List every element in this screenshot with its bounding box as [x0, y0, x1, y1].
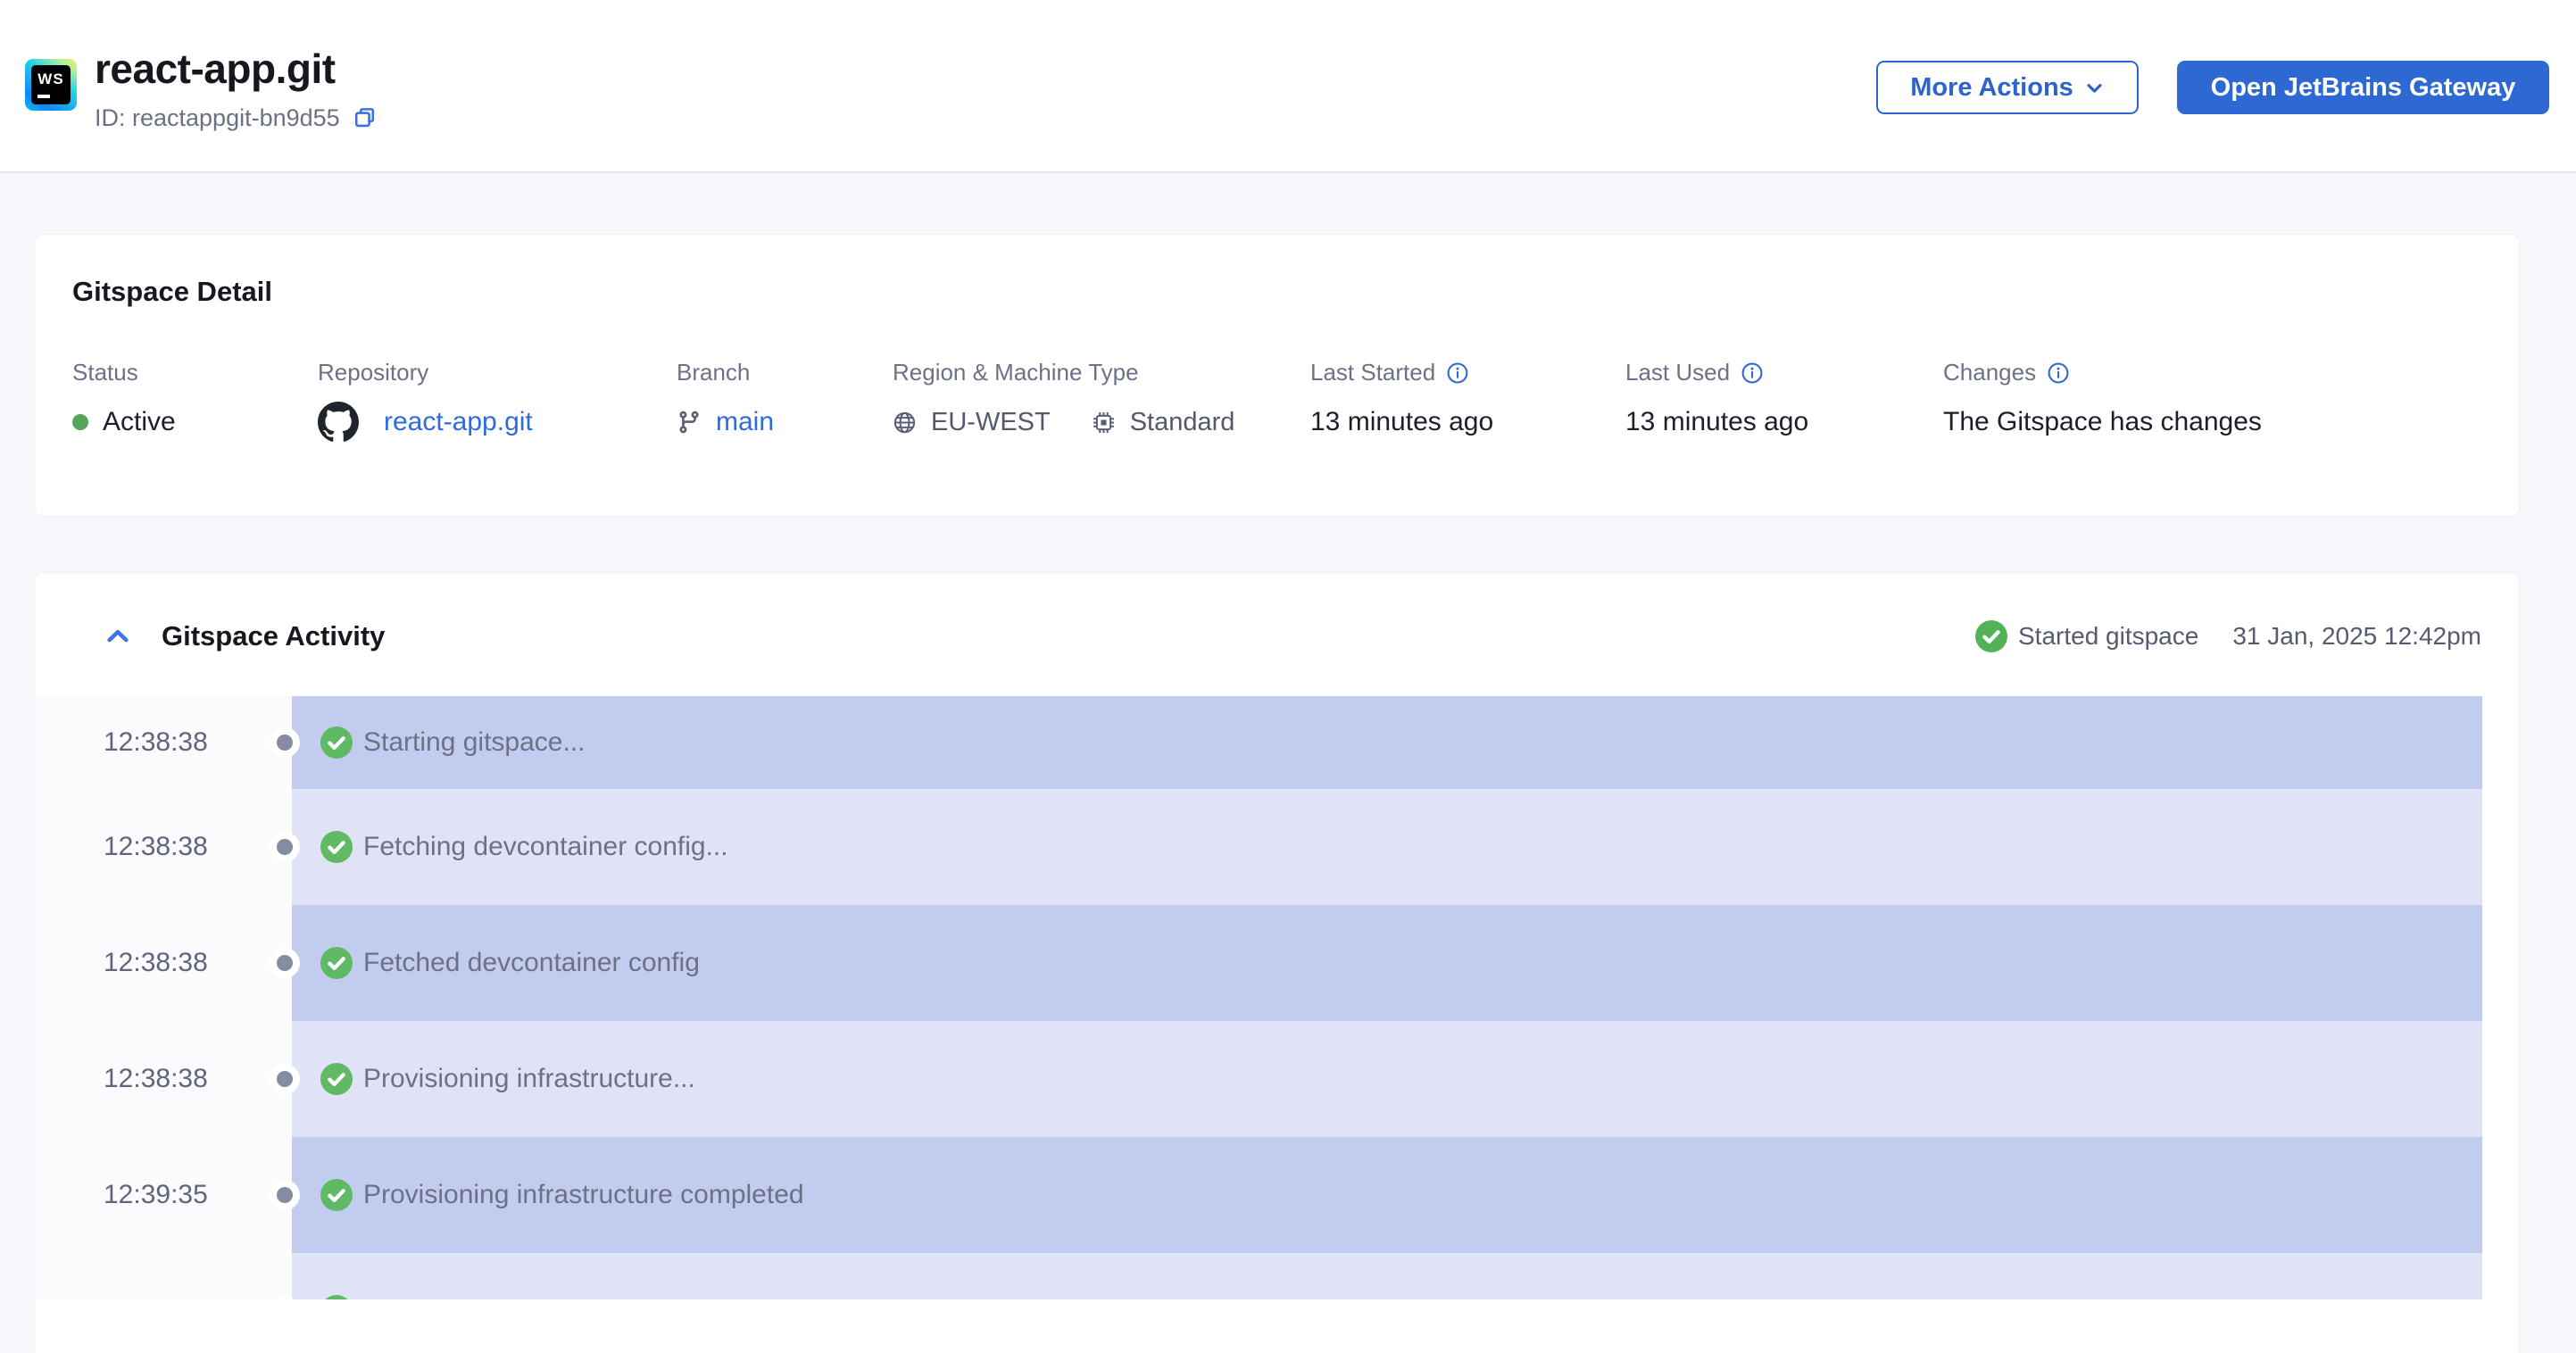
field-region-machine: Region & Machine Type EU-WEST Standard [893, 359, 1234, 436]
check-circle-icon [320, 1063, 353, 1095]
more-actions-button[interactable]: More Actions [1876, 61, 2139, 114]
info-circle-icon[interactable] [1446, 361, 1469, 385]
log-row: 12:38:38 Fetching devcontainer config... [35, 789, 2482, 905]
timeline-dot-zone [251, 1137, 293, 1253]
timeline-dot-zone [251, 1253, 292, 1299]
check-circle-icon [320, 947, 353, 979]
changes-label: Changes [1943, 359, 2037, 386]
status-label: Status [72, 359, 138, 386]
last-used-label: Last Used [1625, 359, 1731, 386]
status-dot-icon [72, 414, 88, 430]
activity-timestamp: 31 Jan, 2025 12:42pm [2232, 622, 2481, 650]
timeline-dot-icon [277, 1187, 293, 1203]
chevron-up-icon[interactable] [104, 623, 131, 650]
repository-label: Repository [318, 359, 429, 386]
copy-icon[interactable] [353, 106, 377, 130]
chevron-down-icon [2087, 83, 2102, 93]
detail-card-title: Gitspace Detail [72, 276, 272, 307]
region-machine-label: Region & Machine Type [893, 359, 1139, 386]
check-circle-icon [1974, 620, 2007, 652]
changes-value: The Gitspace has changes [1943, 407, 2262, 436]
log-message: Fetching devcontainer config... [363, 832, 728, 861]
timeline-dot-zone [251, 905, 293, 1021]
field-status: Status Active [72, 359, 176, 436]
gitspace-detail-card: Gitspace Detail Status Active Repository… [34, 234, 2520, 517]
log-timestamp: 12:38:38 [104, 948, 208, 977]
git-branch-icon [679, 411, 699, 434]
check-circle-icon [325, 1295, 348, 1299]
activity-card-title: Gitspace Activity [162, 620, 386, 652]
info-circle-icon[interactable] [1741, 361, 1764, 385]
check-circle-icon [320, 1179, 353, 1211]
check-circle-icon [320, 831, 353, 863]
timeline-dot-icon [277, 839, 293, 855]
field-changes: Changes The Gitspace has changes [1943, 359, 2262, 436]
timeline-dot-icon [277, 1071, 293, 1087]
log-message: Fetched devcontainer config [363, 948, 700, 977]
open-gateway-label: Open JetBrains Gateway [2210, 72, 2516, 102]
activity-status-badge: Started gitspace [1974, 620, 2199, 652]
log-message: Connecting to the gitspace agent [363, 1296, 755, 1299]
timeline-dot-zone [251, 1021, 293, 1137]
webstorm-icon: WS [25, 59, 77, 111]
repository-link[interactable]: react-app.git [384, 407, 533, 437]
check-circle-icon [320, 726, 353, 759]
globe-icon [893, 411, 916, 433]
machine-type-value: Standard [1129, 407, 1235, 436]
info-circle-icon[interactable] [2047, 361, 2070, 385]
timeline-dot-icon [277, 735, 293, 751]
last-started-value: 13 minutes ago [1310, 407, 1494, 436]
gitspace-id-label: ID: reactappgit-bn9d55 [95, 104, 340, 131]
log-timestamp: 12:38:38 [104, 832, 208, 861]
log-row: 12:38:38 Starting gitspace... [35, 696, 2482, 789]
log-message: Provisioning infrastructure... [363, 1064, 695, 1093]
activity-status-label: Started gitspace [2017, 622, 2199, 650]
timeline-dot-icon [277, 955, 293, 971]
last-used-value: 13 minutes ago [1625, 407, 1809, 436]
log-row: 12:39:36 Connecting to the gitspace agen… [35, 1253, 2482, 1299]
field-repository: Repository react-app.git [318, 359, 533, 442]
field-last-used: Last Used 13 minutes ago [1625, 359, 1808, 436]
branch-label: Branch [677, 359, 751, 386]
log-message: Starting gitspace... [363, 727, 586, 757]
log-message: Provisioning infrastructure completed [363, 1180, 804, 1209]
github-icon [318, 402, 359, 442]
log-timestamp: 12:39:36 [35, 1253, 251, 1299]
log-row: 12:38:38 Fetched devcontainer config [35, 905, 2482, 1021]
log-row: 12:38:38 Provisioning infrastructure... [35, 1021, 2482, 1137]
field-branch: Branch main [677, 359, 774, 436]
page-header: WS react-app.git ID: reactappgit-bn9d55 … [0, 0, 2576, 173]
open-jetbrains-gateway-button[interactable]: Open JetBrains Gateway [2177, 61, 2549, 114]
last-started-label: Last Started [1310, 359, 1436, 386]
log-row: 12:39:35 Provisioning infrastructure com… [35, 1137, 2482, 1253]
timeline-dot-zone [251, 789, 293, 905]
field-last-started: Last Started 13 minutes ago [1310, 359, 1493, 436]
activity-log-list: 12:38:38 Starting gitspace... 12:38:38 F… [35, 696, 2482, 1299]
log-timestamp: 12:39:35 [104, 1180, 208, 1209]
cpu-chip-icon [1093, 411, 1114, 433]
status-value: Active [103, 407, 176, 436]
more-actions-label: More Actions [1910, 72, 2073, 102]
region-value: EU-WEST [931, 407, 1051, 436]
log-timestamp: 12:38:38 [104, 1064, 208, 1093]
activity-log-viewport[interactable]: 12:38:38 Starting gitspace... 12:38:38 F… [35, 696, 2521, 1299]
branch-link[interactable]: main [716, 407, 774, 437]
page-title: react-app.git [95, 46, 336, 92]
log-timestamp: 12:38:38 [104, 727, 208, 757]
gitspace-activity-card: Gitspace Activity Started gitspace 31 Ja… [34, 572, 2520, 1353]
timeline-dot-zone [251, 696, 293, 789]
